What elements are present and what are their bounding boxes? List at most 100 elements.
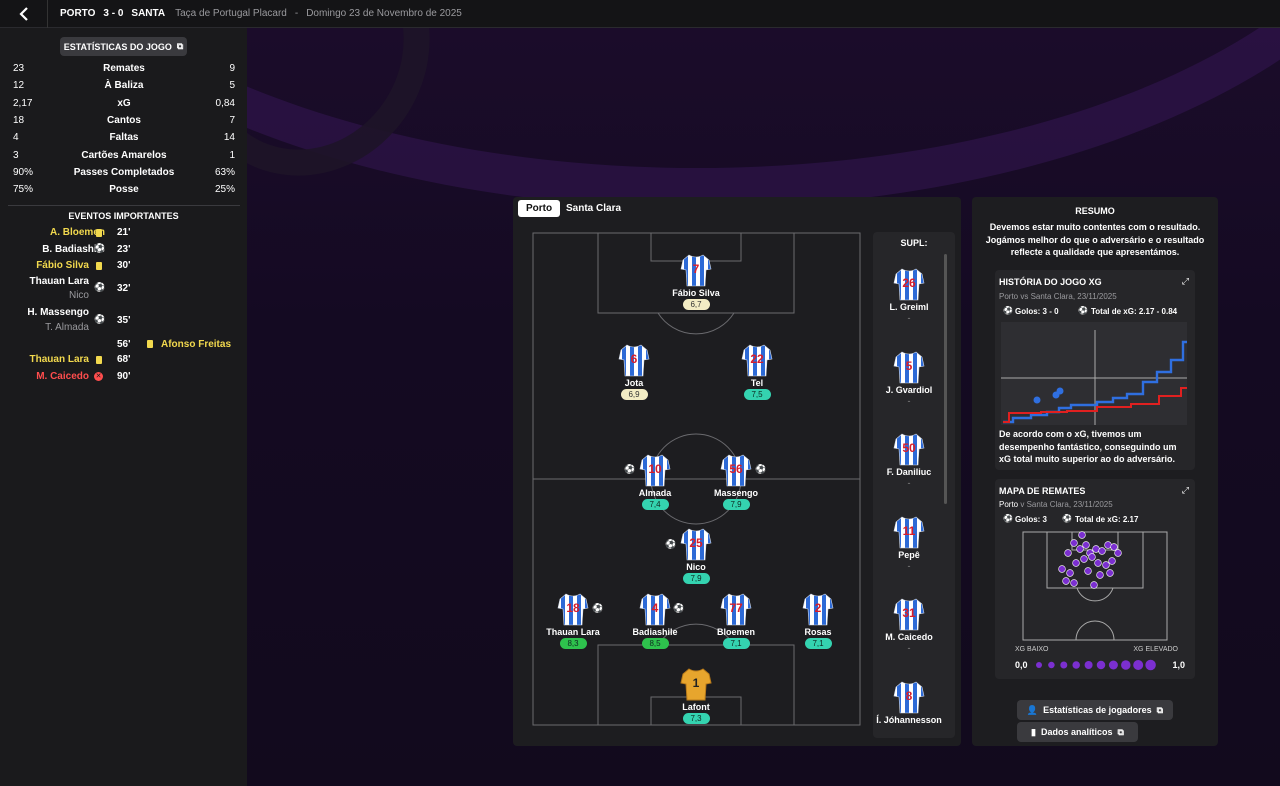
yellow-card-icon <box>96 356 102 364</box>
player-jota[interactable]: 6 Jota 6,9 <box>589 343 679 400</box>
stat-row: 2,17 xG 0,84 <box>13 95 235 112</box>
stat-label: Posse <box>109 184 139 196</box>
event-assist: T. Almada <box>45 322 89 333</box>
goal-ball-icon: ⚽ <box>592 603 604 613</box>
player-number: 22 <box>750 352 764 366</box>
event-minute: 56' <box>117 339 131 350</box>
player-thauan-lara[interactable]: 18 Thauan Lara 8,3 <box>528 592 618 649</box>
shot-marker <box>1088 553 1096 561</box>
player-name: Í. Jóhannesson <box>876 714 942 725</box>
sub-player[interactable]: 26 L. Greiml - <box>868 267 950 323</box>
shot-marker <box>1062 577 1070 585</box>
match-stats-button[interactable]: ESTATÍSTICAS DO JOGO ⧉ <box>60 37 187 56</box>
xg-scale <box>1036 659 1156 671</box>
xg-high-label: XG ELEVADO <box>1133 646 1178 653</box>
player-lafont[interactable]: 1 Lafont 7,3 <box>651 667 741 724</box>
player-name: F. Daniliuc <box>886 467 932 477</box>
summary-panel: RESUMO Devemos estar muito contentes com… <box>972 197 1218 746</box>
player-name: J. Gvardiol <box>885 384 933 395</box>
player-massengo[interactable]: 56 Massengo 7,9 <box>691 453 781 510</box>
sub-player[interactable]: 11 Pepê - <box>868 515 950 571</box>
player-number: 18 <box>566 601 580 615</box>
player-f-bio-silva[interactable]: 7 Fábio Silva 6,7 <box>651 253 741 310</box>
shot-xg-total: Total de xG: 2.17 <box>1075 515 1139 524</box>
sub-player[interactable]: 31 M. Caicedo - <box>868 597 950 653</box>
shot-card-team: Porto <box>999 500 1019 509</box>
stat-label: À Baliza <box>104 80 144 92</box>
shot-marker <box>1102 561 1110 569</box>
player-rating: 8,3 <box>559 638 587 649</box>
expand-icon[interactable]: ⤢ <box>1182 276 1189 287</box>
stat-away: 14 <box>223 132 235 144</box>
stat-row: 90% Passes Completados 63% <box>13 164 235 181</box>
sub-player[interactable]: 5 J. Gvardiol - <box>868 350 950 406</box>
xg-goals: Golos: 3 - 0 <box>1015 307 1059 316</box>
tab-santa-clara[interactable]: Santa Clara <box>558 200 629 217</box>
player-number: 26 <box>902 276 916 290</box>
back-button[interactable] <box>0 0 48 28</box>
lineup-panel: Porto Santa Clara 7 Fábio Silva 6,7 6 Jo… <box>513 197 961 746</box>
player-rating: 7,5 <box>743 389 771 400</box>
external-link-icon: ⧉ <box>176 41 184 51</box>
stat-row: 18 Cantos 7 <box>13 112 235 129</box>
shot-marker <box>1084 567 1092 575</box>
shot-marker <box>1090 581 1098 589</box>
player-rating: - <box>907 313 911 323</box>
xg-scale-min: 0,0 <box>1015 660 1028 670</box>
player-number: 31 <box>902 606 916 620</box>
xg-total: Total de xG: 2.17 - 0.84 <box>1091 307 1178 316</box>
player-name: Lafont <box>682 702 710 712</box>
shot-goals: Golos: 3 <box>1015 515 1048 524</box>
player-number: 1 <box>692 676 700 690</box>
event-player: Thauan Lara <box>29 276 89 287</box>
player-badiashile[interactable]: 4 Badiashile 8,5 <box>610 592 700 649</box>
event-player: Thauan Lara <box>29 354 89 365</box>
stat-row: 3 Cartões Amarelos 1 <box>13 147 235 164</box>
player-bloemen[interactable]: 77 Bloemen 7,1 <box>691 592 781 649</box>
shot-marker <box>1096 571 1104 579</box>
stat-label: Passes Completados <box>73 166 175 178</box>
player-stats-button[interactable]: 👤 Estatísticas de jogadores ⧉ <box>1017 700 1173 720</box>
player-name: Rosas <box>804 627 832 637</box>
shot-marker <box>1108 557 1116 565</box>
shot-map-card[interactable]: MAPA DE REMATES ⤢ Porto v Santa Clara, 2… <box>995 479 1195 679</box>
player-number: 10 <box>648 462 662 476</box>
player-name: Thauan Lara <box>546 627 600 637</box>
player-rating: - <box>907 560 911 571</box>
player-tel[interactable]: 22 Tel 7,5 <box>712 343 802 400</box>
yellow-card-icon <box>147 340 153 348</box>
player-rating: 7,3 <box>682 713 710 724</box>
player-stats-label: Estatísticas de jogadores <box>1043 705 1152 715</box>
player-number: 77 <box>729 601 743 615</box>
expand-icon[interactable]: ⤢ <box>1182 485 1189 496</box>
stat-away: 5 <box>229 80 235 92</box>
stat-away: 7 <box>229 114 235 126</box>
scale-marker <box>1060 661 1068 669</box>
sub-player[interactable]: 50 F. Daniliuc - <box>868 432 950 488</box>
player-nico[interactable]: 25 Nico 7,9 <box>651 527 741 584</box>
scale-marker <box>1072 661 1080 669</box>
shot-marker <box>1082 541 1090 549</box>
event-player: H. Massengo <box>27 307 89 318</box>
player-number: 11 <box>902 523 916 538</box>
player-number: 5 <box>905 358 913 373</box>
player-almada[interactable]: 10 Almada 7,4 <box>610 453 700 510</box>
event-minute: 21' <box>117 227 131 238</box>
player-rating: 7,9 <box>682 573 710 584</box>
analytics-button[interactable]: ▮ Dados analíticos ⧉ <box>1017 722 1138 742</box>
sub-player[interactable]: 8 Í. Jóhannesson <box>868 680 950 726</box>
subs-column: SUPL: 26 L. Greiml - 5 J. Gvardiol - 50 … <box>873 232 955 738</box>
events-title: EVENTOS IMPORTANTES <box>68 211 179 221</box>
goal-ball-icon: ⚽ <box>624 464 636 474</box>
goal-net-icon: ⚽ <box>1078 306 1088 315</box>
goal-net-icon: ⚽ <box>1062 514 1072 523</box>
xg-card-text: De acordo com o xG, tivemos um desempenh… <box>999 429 1177 464</box>
shot-map <box>1022 531 1168 641</box>
player-number: 7 <box>692 262 700 276</box>
tab-porto[interactable]: Porto <box>518 200 561 217</box>
player-rosas[interactable]: 2 Rosas 7,1 <box>773 592 863 649</box>
stat-away: 9 <box>229 63 235 74</box>
player-name: Tel <box>750 378 764 388</box>
xg-history-card[interactable]: HISTÓRIA DO JOGO XG ⤢ Porto vs Santa Cla… <box>995 270 1195 470</box>
shot-marker <box>1072 559 1080 567</box>
